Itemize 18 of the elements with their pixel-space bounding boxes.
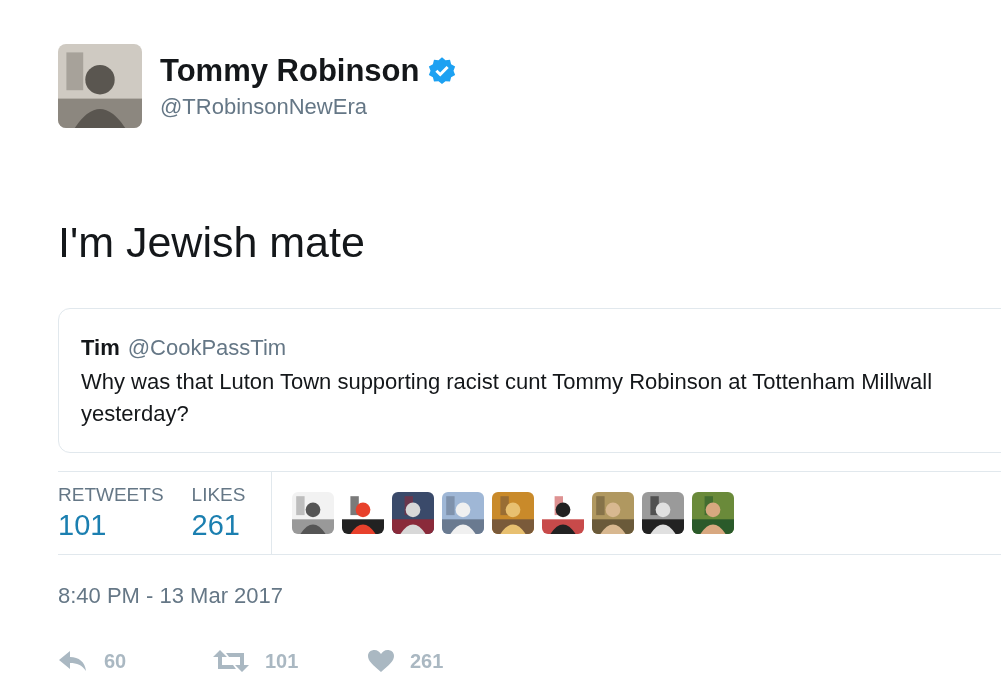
author-handle[interactable]: @TRobinsonNewEra (160, 92, 458, 121)
retweet-icon[interactable] (213, 649, 249, 672)
quoted-tweet-text: Why was that Luton Town supporting racist cunt Tommy Robinson at Tottenham Millwall yesterday? (81, 367, 934, 428)
tweet-text: I'm Jewish mate (58, 217, 366, 268)
quoted-author-handle: @CookPassTim (127, 333, 287, 362)
author-name[interactable]: Tommy Robinson (160, 51, 420, 91)
stat-label: LIKES (191, 482, 246, 507)
quoted-author-name: Tim (81, 333, 120, 362)
stat-count[interactable]: 101 (58, 506, 164, 543)
tweet-timestamp[interactable]: 8:40 PM - 13 Mar 2017 (58, 578, 1001, 612)
reply-icon[interactable] (58, 649, 88, 672)
stat-label: RETWEETS (58, 482, 164, 507)
action-count: 101 (265, 648, 299, 674)
action-count: 261 (410, 648, 444, 674)
quoted-tweet-card[interactable]: Tim @CookPassTim Why was that Luton Town supporting racist cunt Tommy Robinson at Tottenham Millwall yesterday? (58, 307, 1001, 453)
heart-icon[interactable] (368, 649, 394, 672)
stat-count[interactable]: 261 (191, 506, 246, 543)
action-count: 60 (104, 648, 127, 674)
